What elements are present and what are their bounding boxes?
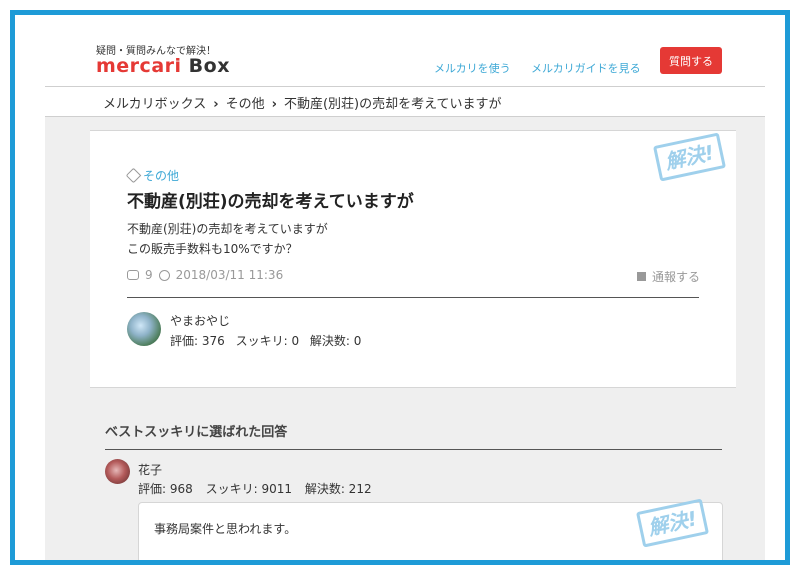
header-divider — [45, 86, 765, 87]
nav-link-mercari-guide[interactable]: メルカリガイドを見る — [531, 60, 641, 76]
solved-stamp: 解決! — [635, 498, 710, 548]
content-area: 解決! その他 不動産(別荘)の売却を考えていますが 不動産(別荘)の売却を考え… — [45, 117, 765, 560]
answer-user-name[interactable]: 花子 — [138, 461, 162, 478]
avatar[interactable] — [127, 312, 161, 346]
question-meta: 9 2018/03/11 11:36 — [127, 268, 283, 282]
solved-stamp: 解決! — [652, 132, 727, 182]
post-datetime: 2018/03/11 11:36 — [175, 268, 284, 282]
answer-user-stats: 評価: 968 スッキリ: 9011 解決数: 212 — [138, 480, 381, 497]
report-button[interactable]: 通報する — [636, 268, 700, 285]
question-body-line: この販売手数料も10%ですか？ — [127, 242, 298, 256]
user-solved: 解決数: 0 — [309, 334, 362, 348]
question-user-name[interactable]: やまおやじ — [170, 312, 230, 329]
tag-icon — [125, 167, 142, 184]
report-label: 通報する — [651, 270, 700, 284]
category-label: その他 — [143, 169, 180, 183]
answer-text: 事務局案件と思われます。 — [154, 522, 297, 536]
chevron-right-icon: › — [271, 97, 277, 112]
logo-mercari: mercari — [96, 55, 182, 77]
site-logo[interactable]: mercari Box — [96, 55, 230, 77]
user-rating: 評価: 968 — [138, 482, 193, 496]
breadcrumb-item-current: 不動産(別荘)の売却を考えていますが — [283, 97, 502, 112]
avatar[interactable] — [105, 459, 130, 484]
question-body: 不動産(別荘)の売却を考えていますが この販売手数料も10%ですか？ — [127, 219, 328, 259]
page: 疑問・質問みんなで解決！ mercari Box メルカリを使う メルカリガイド… — [45, 15, 765, 560]
question-body-line: 不動産(別荘)の売却を考えていますが — [127, 222, 328, 236]
logo-box: Box — [188, 55, 230, 77]
ask-question-button[interactable]: 質問する — [660, 47, 722, 74]
nav-link-use-mercari[interactable]: メルカリを使う — [434, 60, 511, 76]
flag-icon — [636, 272, 646, 281]
answer-box: 事務局案件と思われます。 解決! — [138, 498, 723, 560]
question-divider — [127, 297, 699, 298]
breadcrumb-item-category[interactable]: その他 — [226, 97, 265, 112]
question-user-stats: 評価: 376 スッキリ: 0 解決数: 0 — [170, 332, 368, 349]
question-card: 解決! その他 不動産(別荘)の売却を考えていますが 不動産(別荘)の売却を考え… — [90, 130, 736, 388]
comment-icon — [127, 270, 139, 280]
clock-icon — [158, 269, 170, 281]
user-solved: 解決数: 212 — [304, 482, 372, 496]
user-sukkiri: スッキリ: 0 — [235, 334, 300, 348]
best-answer-divider — [105, 449, 722, 450]
chevron-right-icon: › — [213, 97, 219, 112]
comment-count: 9 — [145, 268, 153, 282]
site-header: 疑問・質問みんなで解決！ mercari Box メルカリを使う メルカリガイド… — [45, 15, 765, 87]
breadcrumb: メルカリボックス › その他 › 不動産(別荘)の売却を考えていますが — [103, 93, 501, 112]
screenshot-frame: 疑問・質問みんなで解決！ mercari Box メルカリを使う メルカリガイド… — [10, 10, 790, 565]
breadcrumb-item-mercari-box[interactable]: メルカリボックス — [103, 97, 206, 112]
user-rating: 評価: 376 — [170, 334, 225, 348]
question-category[interactable]: その他 — [125, 167, 180, 184]
question-title: 不動産(別荘)の売却を考えていますが — [127, 192, 414, 212]
user-sukkiri: スッキリ: 9011 — [205, 482, 292, 496]
best-answer-heading: ベストスッキリに選ばれた回答 — [105, 425, 288, 440]
